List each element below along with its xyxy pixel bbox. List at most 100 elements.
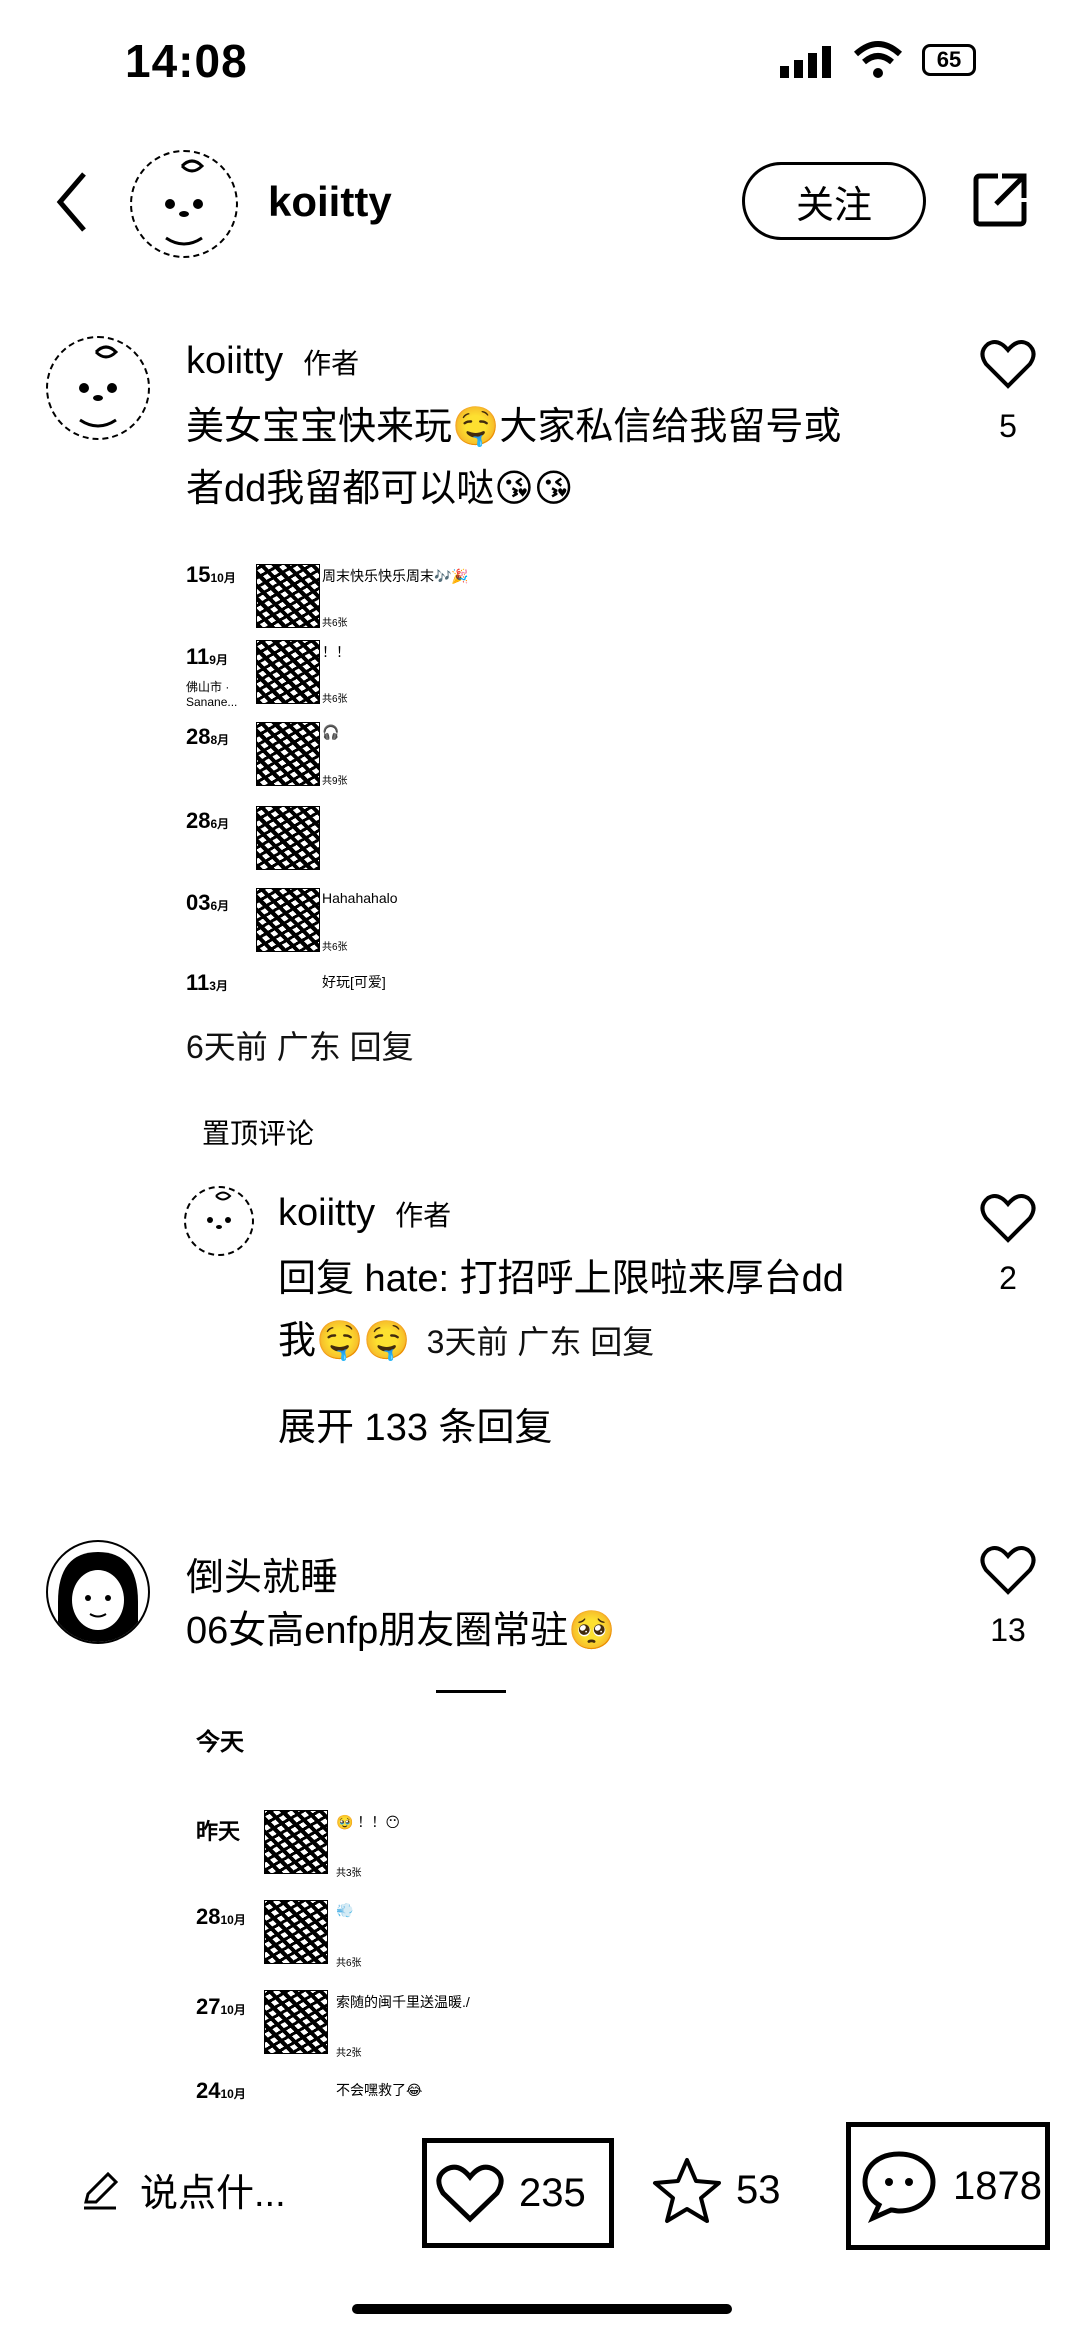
shot-caption: 索随的闽千里送温暖./ — [336, 1994, 470, 2010]
shot-thumb — [264, 1810, 328, 1874]
shot-count: 共2张 — [336, 2048, 362, 2059]
shot-caption: 周末快乐快乐周末🎶🎉 — [322, 568, 469, 584]
shot-thumb — [264, 1900, 328, 1964]
heart-icon — [436, 2164, 504, 2223]
comment-text: 美女宝宝快来玩🤤大家私信给我留号或 者dd我留都可以哒😘😘 — [186, 396, 946, 520]
shot-caption: 🎧 — [322, 724, 340, 740]
shot-thumb — [256, 640, 320, 704]
battery-level: 65 — [936, 47, 962, 72]
shot-thumb — [256, 564, 320, 628]
reply-text: 回复 hate: 打招呼上限啦来厚台dd 我🤤🤤 3天前 广东 回复 — [278, 1248, 958, 1373]
shot-caption: 不会嘿救了😂 — [336, 2082, 423, 2098]
shot-month: 6月 — [210, 899, 230, 913]
shot-day: 28 — [186, 808, 211, 833]
like-count: 5 — [999, 408, 1017, 444]
avatar[interactable] — [184, 1186, 254, 1256]
reply-meta[interactable]: 3天前 广东 回复 — [427, 1311, 655, 1373]
shot-row: 113月 好玩[可爱] — [186, 954, 546, 1002]
shot-row: 119月 佛山市 · Sanane... ！！ 共6张 — [186, 620, 546, 709]
avatar[interactable] — [46, 1540, 150, 1644]
shot-day: 24 — [196, 2078, 221, 2103]
shot-day: 昨天 — [196, 1819, 241, 1844]
like-count: 13 — [990, 1612, 1026, 1648]
comment-text: 06女高enfp朋友圈常驻🥺 — [186, 1610, 616, 1652]
reply-text-line: 我🤤🤤 — [278, 1320, 411, 1362]
shot-caption: 💨 — [336, 1902, 354, 1918]
shot-row: 036月 Hahahahalo 共6张 — [186, 868, 546, 953]
shot-today-label: 今天 — [196, 1729, 244, 1756]
shot-row: 286月 — [186, 786, 546, 870]
shot-month: 10月 — [210, 571, 236, 585]
comment-meta[interactable]: 6天前 广东 回复 — [186, 1022, 414, 1068]
shot-row: 288月 🎧 共9张 — [186, 702, 546, 787]
expand-replies-button[interactable]: 展开 133 条回复 — [278, 1396, 553, 1451]
shot-month: 9月 — [209, 653, 228, 667]
like-count: 235 — [519, 2170, 586, 2215]
shot-row: 昨天 🥹 ！！😶 共3张 — [186, 1790, 546, 1880]
share-icon[interactable] — [970, 170, 1030, 230]
heart-icon[interactable] — [980, 1544, 1036, 1596]
shot-row: 2410月 不会嘿救了😂 — [186, 2066, 546, 2110]
shot-month: 6月 — [210, 817, 230, 831]
comment-button[interactable]: 1878 — [846, 2122, 1050, 2250]
shot-count: 共3张 — [336, 1868, 362, 1879]
author-tag: 作者 — [303, 348, 360, 379]
home-indicator[interactable] — [352, 2304, 732, 2314]
reply-text-line: 回复 hate: 打招呼上限啦来厚台dd — [278, 1258, 844, 1300]
page-title: koiitty — [268, 178, 392, 225]
status-time: 14:08 — [125, 35, 248, 87]
shot-thumb — [256, 806, 320, 870]
comment-image[interactable]: 今天 昨天 🥹 ！！😶 共3张 2810月 💨 共6张 2710月 索随的闽千里… — [186, 1690, 546, 2110]
author-tag: 作者 — [395, 1200, 452, 1231]
favorite-button[interactable]: 53 — [652, 2156, 781, 2224]
shot-thumb — [264, 1990, 328, 2054]
comment-username[interactable]: koiitty — [186, 340, 283, 383]
comment-input[interactable]: 说点什... — [80, 2162, 286, 2217]
heart-icon[interactable] — [980, 338, 1036, 390]
battery-icon: 65 — [922, 44, 976, 76]
shot-day: 11 — [186, 644, 210, 669]
follow-button[interactable]: 关注 — [742, 162, 926, 240]
shot-row: 1510月 周末快乐快乐周末🎶🎉 共6张 — [186, 536, 546, 629]
shot-month: 8月 — [210, 733, 230, 747]
comment-image[interactable]: 1510月 周末快乐快乐周末🎶🎉 共6张 119月 佛山市 · Sanane..… — [186, 536, 546, 1002]
shot-day: 11 — [186, 970, 210, 995]
comment-text-line: 美女宝宝快来玩🤤大家私信给我留号或 — [186, 406, 842, 448]
shot-row: 2810月 💨 共6张 — [186, 1880, 546, 1970]
comment-username[interactable]: 倒头就睡 — [186, 1546, 338, 1601]
favorite-count: 53 — [736, 2167, 781, 2212]
shot-day: 03 — [186, 890, 211, 915]
shot-day: 28 — [196, 1904, 221, 1929]
image-top-edge — [436, 1690, 506, 1693]
reply-username[interactable]: koiitty — [278, 1192, 375, 1235]
chat-bubble-icon — [862, 2151, 936, 2223]
comment-text-line: 者dd我留都可以哒😘😘 — [186, 468, 574, 510]
avatar[interactable] — [130, 150, 238, 258]
wifi-icon — [853, 41, 903, 78]
comment-input-placeholder: 说点什... — [140, 2173, 286, 2215]
shot-day: 27 — [196, 1994, 221, 2019]
shot-count: 共9张 — [322, 776, 348, 787]
shot-caption: Hahahahalo — [322, 890, 398, 906]
star-icon — [653, 2158, 721, 2223]
shot-caption: 好玩[可爱] — [322, 974, 386, 990]
avatar[interactable] — [46, 336, 150, 440]
shot-month: 10月 — [220, 2003, 246, 2017]
shot-thumb — [256, 722, 320, 786]
signal-icon — [780, 46, 831, 78]
heart-icon[interactable] — [980, 1192, 1036, 1244]
shot-month: 3月 — [209, 979, 228, 993]
shot-day: 28 — [186, 724, 211, 749]
like-button[interactable]: 235 — [422, 2138, 614, 2248]
like-count: 2 — [999, 1260, 1017, 1296]
shot-month: 10月 — [220, 1913, 246, 1927]
shot-caption: ！！ — [322, 644, 350, 660]
back-icon[interactable] — [52, 170, 92, 234]
pinned-label: 置顶评论 — [202, 1118, 315, 1149]
shot-thumb — [256, 888, 320, 952]
shot-count: 共6张 — [336, 1958, 362, 1969]
shot-caption: 🥹 ！！😶 — [336, 1814, 400, 1830]
shot-month: 10月 — [220, 2087, 246, 2101]
shot-row: 2710月 索随的闽千里送温暖./ 共2张 — [186, 1970, 546, 2060]
shot-count: 共6张 — [322, 942, 348, 953]
